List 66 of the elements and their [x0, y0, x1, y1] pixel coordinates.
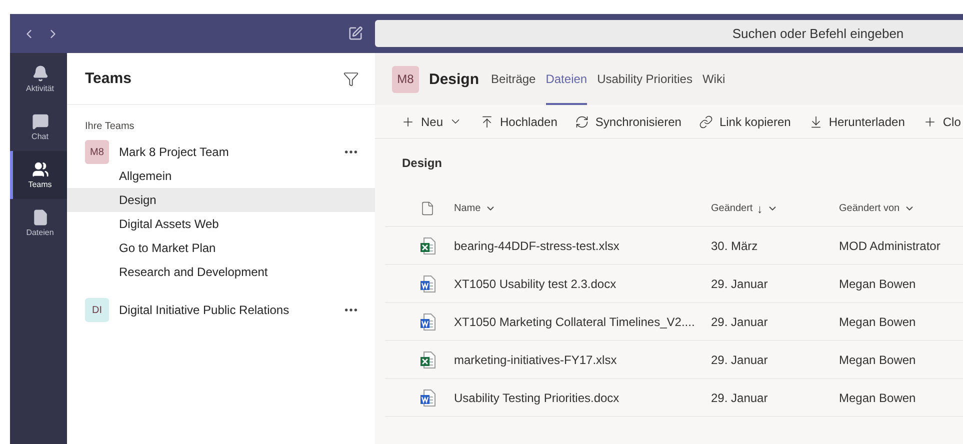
modified-date: 29. Januar: [711, 265, 839, 303]
team-name[interactable]: Digital Initiative Public Relations: [119, 303, 333, 317]
bell-icon: [32, 65, 48, 82]
tab[interactable]: Wiki: [702, 53, 726, 105]
spreadsheet-icon: [420, 350, 436, 368]
download-icon: [808, 114, 823, 128]
file-name[interactable]: marketing-initiatives-FY17.xlsx: [454, 341, 711, 379]
column-header[interactable]: Geändert von: [839, 203, 900, 214]
plus-icon: [922, 114, 937, 128]
team-avatar: DI: [85, 298, 109, 322]
sidebar-title: Teams: [85, 70, 132, 87]
search-field[interactable]: Suchen oder Befehl eingeben: [375, 20, 963, 47]
column-header[interactable]: Geändert: [711, 203, 753, 214]
rail-item[interactable]: Aktivität: [10, 55, 67, 103]
modified-date: 29. Januar: [711, 303, 839, 341]
toolbar-button[interactable]: Clo: [922, 114, 961, 128]
rail-item[interactable]: Chat: [10, 103, 67, 151]
file-name[interactable]: bearing-44DDF-stress-test.xlsx: [454, 227, 711, 265]
tab[interactable]: Dateien: [546, 53, 588, 105]
channel-item[interactable]: Go to Market Plan: [67, 236, 375, 260]
sort-indicator: ↓: [756, 202, 763, 216]
toolbar-button[interactable]: Synchronisieren: [575, 114, 682, 128]
file-name[interactable]: Usability Testing Priorities.docx: [454, 379, 711, 417]
toolbar-button[interactable]: Neu: [401, 114, 462, 128]
breadcrumb: Design: [401, 155, 444, 172]
tab[interactable]: Beiträge: [491, 53, 536, 105]
file-icon: [32, 209, 48, 226]
sync-icon: [575, 114, 590, 128]
file-type-icon: [420, 201, 435, 216]
file-name[interactable]: XT1050 Marketing Collateral Timelines_V2....: [454, 303, 711, 341]
toolbar-button[interactable]: Herunterladen: [808, 114, 905, 128]
toolbar-button[interactable]: Hochladen: [480, 114, 558, 128]
document-icon: [420, 274, 436, 292]
modified-date: 30. März: [711, 227, 839, 265]
modified-by: Megan Bowen: [839, 265, 963, 303]
link-icon: [699, 114, 714, 128]
file-name[interactable]: XT1050 Usability test 2.3.docx: [454, 265, 711, 303]
modified-by: Megan Bowen: [839, 379, 963, 417]
modified-date: 29. Januar: [711, 379, 839, 417]
spreadsheet-icon: [420, 236, 436, 254]
document-icon: [420, 312, 436, 330]
channel-item[interactable]: Research and Development: [67, 260, 375, 284]
modified-by: MOD Administrator: [839, 227, 963, 265]
modified-by: Megan Bowen: [839, 341, 963, 379]
modified-by: Megan Bowen: [839, 303, 963, 341]
tab[interactable]: Usability Priorities: [597, 53, 692, 105]
column-header[interactable]: Name: [454, 203, 481, 214]
team-avatar: M8: [392, 66, 419, 92]
section-label: Ihre Teams: [84, 120, 136, 134]
channel-title: Design: [429, 70, 480, 88]
filter-icon[interactable]: [343, 70, 359, 86]
channel-item[interactable]: Design: [67, 188, 375, 212]
compose-icon[interactable]: [348, 26, 363, 41]
upload-icon: [480, 114, 494, 128]
toolbar-button[interactable]: Link kopieren: [699, 114, 791, 128]
document-icon: [420, 388, 436, 406]
channel-item[interactable]: Digital Assets Web: [67, 212, 375, 236]
people-icon: [32, 161, 48, 178]
team-avatar: M8: [85, 140, 109, 164]
modified-date: 29. Januar: [711, 341, 839, 379]
team-name[interactable]: Mark 8 Project Team: [119, 145, 333, 159]
chat-icon: [32, 113, 48, 130]
rail-item[interactable]: Dateien: [10, 199, 67, 247]
channel-item[interactable]: Allgemein: [67, 164, 375, 188]
rail-item[interactable]: Teams: [10, 151, 67, 199]
plus-icon: [401, 114, 415, 128]
